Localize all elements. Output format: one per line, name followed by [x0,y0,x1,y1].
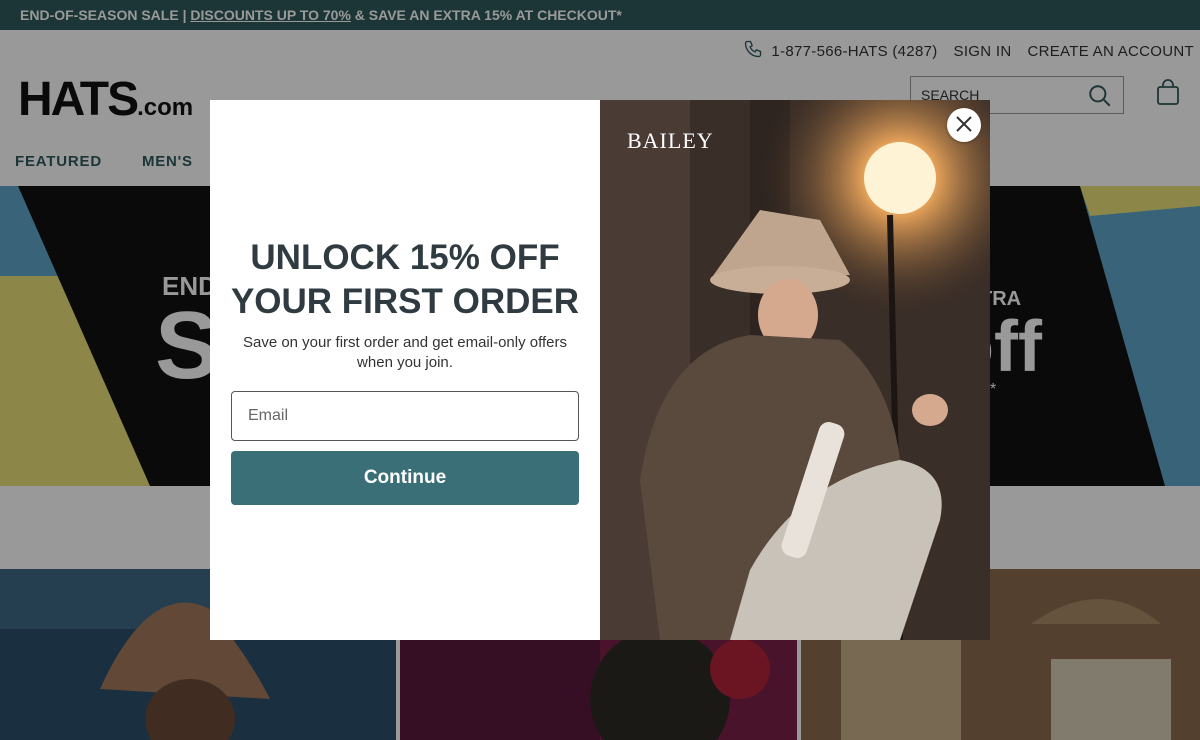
modal-title-line2: YOUR FIRST ORDER [230,282,580,321]
modal-image-panel: BAILEY [600,100,990,640]
continue-button[interactable]: Continue [231,451,579,505]
modal-title: UNLOCK 15% OFF YOUR FIRST ORDER [210,236,600,324]
close-button[interactable] [947,108,981,142]
modal-subtitle: Save on your first order and get email-o… [242,334,568,371]
modal-form-panel: UNLOCK 15% OFF YOUR FIRST ORDER Save on … [210,100,600,640]
close-icon [955,115,973,136]
email-field[interactable] [231,391,579,441]
promo-photo [600,100,990,640]
signup-modal: UNLOCK 15% OFF YOUR FIRST ORDER Save on … [210,100,990,640]
brand-wordmark: BAILEY [627,128,714,153]
modal-title-line1: UNLOCK 15% OFF [250,238,560,277]
